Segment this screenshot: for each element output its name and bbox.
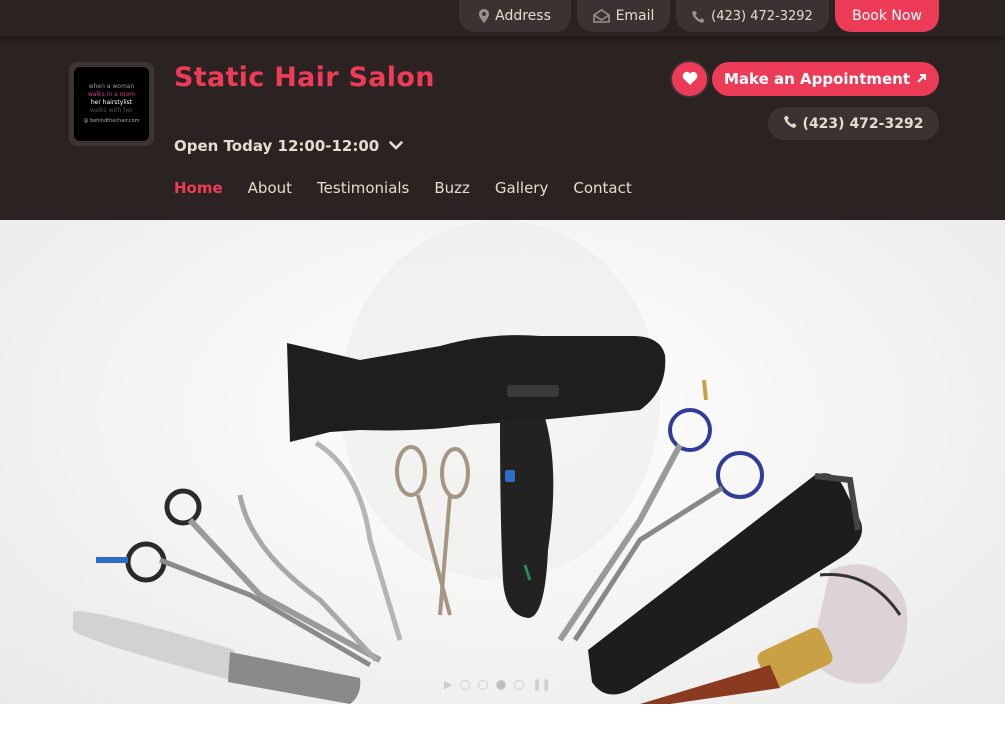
hero-slider[interactable] [0, 220, 1005, 704]
slide-dot-3[interactable] [496, 679, 507, 690]
phone-label: (423) 472-3292 [711, 8, 813, 24]
nav-home[interactable]: Home [174, 179, 223, 197]
tweezers-image [237, 494, 378, 662]
play-icon[interactable]: ▶ [444, 678, 452, 691]
call-label: (423) 472-3292 [802, 115, 924, 132]
site-header: Address Email (423) 472-3292 Book Now wh… [0, 0, 1005, 220]
logo-text-2: walks in a room [87, 91, 136, 98]
book-now-label: Book Now [852, 8, 922, 24]
book-now-button[interactable]: Book Now [835, 0, 939, 32]
phone-icon [783, 115, 797, 132]
salon-tools-image [73, 220, 908, 704]
favorite-button[interactable] [672, 62, 707, 96]
call-button[interactable]: (423) 472-3292 [768, 107, 939, 140]
logo-text-3: her hairstylist [90, 99, 133, 106]
slider-controls: ▶ ❚❚ [444, 678, 551, 691]
hours-label: Open Today 12:00-12:00 [174, 137, 380, 155]
appointment-label: Make an Appointment [723, 70, 911, 88]
envelope-icon [592, 9, 610, 23]
heart-icon [682, 70, 698, 89]
logo-text-5: @ behindthechair.com [83, 118, 140, 124]
opening-hours-toggle[interactable]: Open Today 12:00-12:00 [174, 137, 404, 155]
top-bar: Address Email (423) 472-3292 Book Now [0, 0, 1005, 38]
logo-text-1: when a woman [88, 83, 135, 90]
email-link[interactable]: Email [577, 0, 670, 32]
nav-gallery[interactable]: Gallery [495, 179, 548, 197]
nav-about[interactable]: About [248, 179, 292, 197]
pause-icon[interactable]: ❚❚ [532, 678, 550, 691]
address-label: Address [495, 8, 551, 24]
address-link[interactable]: Address [459, 0, 571, 32]
slide-dot-2[interactable] [478, 679, 489, 690]
map-pin-icon [479, 9, 490, 23]
phone-icon [692, 10, 705, 23]
slide-dot-1[interactable] [460, 679, 471, 690]
email-label: Email [615, 8, 655, 24]
site-title[interactable]: Static Hair Salon [174, 62, 435, 93]
nav-buzz[interactable]: Buzz [434, 179, 470, 197]
external-link-icon [916, 70, 927, 88]
logo-image: when a woman walks in a room her hairsty… [74, 67, 149, 141]
logo-text-4: walks with her [89, 107, 134, 114]
phone-link[interactable]: (423) 472-3292 [676, 0, 829, 32]
make-appointment-button[interactable]: Make an Appointment [712, 62, 939, 96]
nav-contact[interactable]: Contact [573, 179, 631, 197]
main-nav: Home About Testimonials Buzz Gallery Con… [174, 179, 632, 197]
nav-testimonials[interactable]: Testimonials [317, 179, 409, 197]
logo[interactable]: when a woman walks in a room her hairsty… [69, 62, 154, 146]
chevron-down-icon [389, 137, 404, 155]
slide-dot-4[interactable] [514, 679, 525, 690]
